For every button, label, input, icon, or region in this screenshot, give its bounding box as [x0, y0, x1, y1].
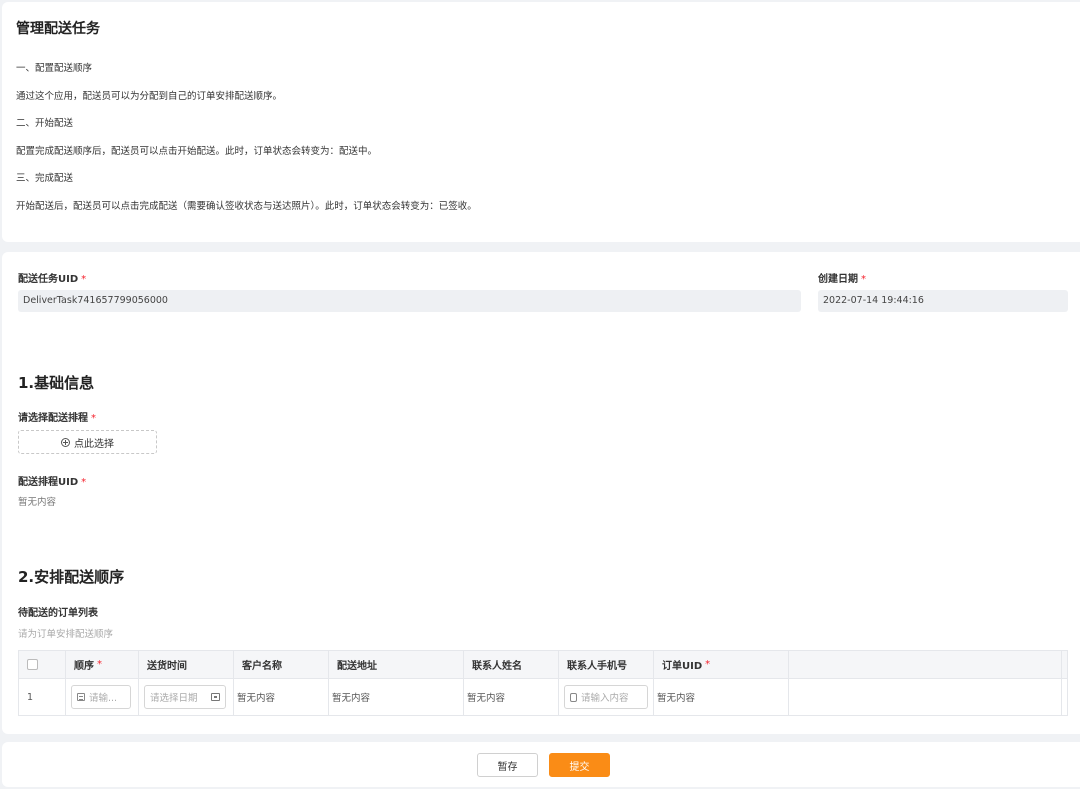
order-input[interactable]: 请输... [71, 685, 131, 709]
select-all-checkbox[interactable] [27, 659, 38, 670]
header-customer: 客户名称 [234, 651, 329, 678]
orders-label: 待配送的订单列表 [18, 608, 98, 619]
header-phone: 联系人手机号 [559, 651, 654, 678]
row-index: 1 [19, 679, 66, 715]
contact-cell: 暂无内容 [464, 679, 559, 715]
intro-heading-1: 一、配置配送顺序 [16, 63, 93, 74]
created-date-field: 2022-07-14 19:44:16 [818, 290, 1068, 312]
form-card: 配送任务UID * DeliverTask741657799056000 创建日期… [2, 252, 1080, 734]
schedule-uid-label: 配送排程UID * [18, 477, 87, 488]
schedule-uid-value: 暂无内容 [18, 497, 57, 508]
order-uid-cell: 暂无内容 [654, 679, 789, 715]
task-uid-field: DeliverTask741657799056000 [18, 290, 801, 312]
header-empty [789, 651, 1062, 678]
phone-input[interactable]: 请输入内容 [564, 685, 648, 709]
number-icon [77, 693, 85, 701]
intro-text-1: 通过这个应用，配送员可以为分配到自己的订单安排配送顺序。 [16, 91, 283, 102]
plus-circle-icon [61, 437, 70, 447]
table-header: 顺序 * 送货时间 客户名称 配送地址 联系人姓名 联系人手机号 订单UID * [19, 651, 1067, 679]
row-empty-cell [789, 679, 1062, 715]
footer-bar: 暂存 提交 [2, 742, 1080, 787]
intro-heading-3: 三、完成配送 [16, 173, 74, 184]
select-all-cell [19, 651, 66, 678]
header-order-uid: 订单UID * [654, 651, 789, 678]
header-contact: 联系人姓名 [464, 651, 559, 678]
phone-icon [570, 692, 577, 702]
section-basic-info: 1.基础信息 [18, 374, 95, 392]
schedule-label: 请选择配送排程 * [18, 413, 96, 424]
intro-heading-2: 二、开始配送 [16, 118, 74, 129]
delivery-date-picker[interactable]: 请选择日期 [144, 685, 226, 709]
orders-table: 顺序 * 送货时间 客户名称 配送地址 联系人姓名 联系人手机号 订单UID * 1… [18, 650, 1068, 716]
section-arrange-order: 2.安排配送顺序 [18, 568, 125, 586]
address-cell: 暂无内容 [329, 679, 464, 715]
customer-cell: 暂无内容 [234, 679, 329, 715]
select-schedule-button[interactable]: 点此选择 [18, 430, 157, 454]
header-order: 顺序 * [66, 651, 139, 678]
created-date-label: 创建日期 * [818, 274, 866, 285]
task-uid-label: 配送任务UID * [18, 274, 87, 285]
intro-text-3: 开始配送后，配送员可以点击完成配送（需要确认签收状态与送达照片）。此时，订单状态… [16, 201, 477, 212]
phone-cell: 请输入内容 [559, 679, 654, 715]
header-address: 配送地址 [329, 651, 464, 678]
date-cell: 请选择日期 [139, 679, 234, 715]
intro-title: 管理配送任务 [16, 21, 100, 37]
header-delivery-time: 送货时间 [139, 651, 234, 678]
intro-card: 管理配送任务 一、配置配送顺序 通过这个应用，配送员可以为分配到自己的订单安排配… [2, 2, 1080, 242]
intro-text-2: 配置完成配送顺序后，配送员可以点击开始配送。此时，订单状态会转变为：配送中。 [16, 146, 378, 157]
order-cell: 请输... [66, 679, 139, 715]
orders-hint: 请为订单安排配送顺序 [18, 629, 114, 640]
table-row: 1 请输... 请选择日期 暂无内容 暂无内容 暂无内容 请输入内容 暂无内容 [19, 679, 1067, 715]
calendar-icon [211, 693, 220, 701]
submit-button[interactable]: 提交 [549, 753, 610, 777]
save-draft-button[interactable]: 暂存 [477, 753, 538, 777]
